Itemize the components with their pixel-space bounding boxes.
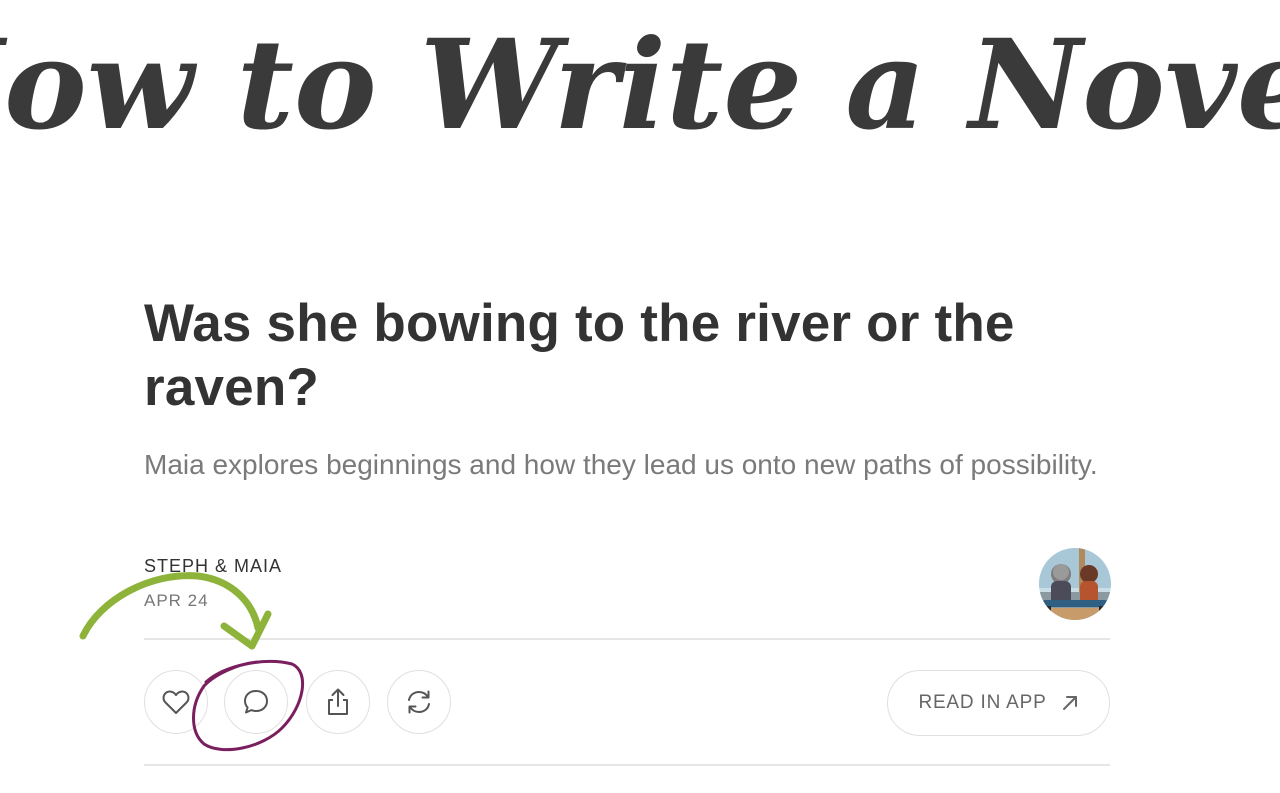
arrow-up-right-icon bbox=[1062, 696, 1077, 710]
post-page: How to Write a Novel Was she bowing to t… bbox=[0, 0, 1280, 793]
share-button[interactable] bbox=[306, 670, 370, 734]
annotation-arrowhead bbox=[220, 610, 272, 650]
read-in-app-button[interactable]: READ IN APP bbox=[887, 670, 1110, 736]
refresh-icon bbox=[408, 690, 430, 714]
post-date: APR 24 bbox=[144, 591, 209, 610]
divider-top bbox=[144, 638, 1110, 640]
like-button[interactable] bbox=[144, 670, 208, 734]
author-avatar[interactable] bbox=[1039, 548, 1111, 620]
post-subtitle: Maia explores beginnings and how they le… bbox=[144, 449, 1098, 480]
share-upload-icon bbox=[328, 688, 348, 715]
comment-button[interactable] bbox=[224, 670, 288, 734]
read-in-app-label: READ IN APP bbox=[918, 692, 1047, 713]
avatar-illustration bbox=[1039, 548, 1111, 620]
comment-bubble-icon bbox=[244, 690, 268, 714]
restack-button[interactable] bbox=[387, 670, 451, 734]
post-title[interactable]: Was she bowing to the river or the raven… bbox=[144, 292, 1124, 420]
divider-bottom bbox=[144, 764, 1110, 766]
post-author[interactable]: STEPH & MAIA bbox=[144, 556, 282, 577]
banner: How to Write a Novel bbox=[0, 13, 1280, 158]
banner-title: How to Write a Novel bbox=[0, 13, 1280, 158]
heart-icon bbox=[162, 690, 190, 714]
